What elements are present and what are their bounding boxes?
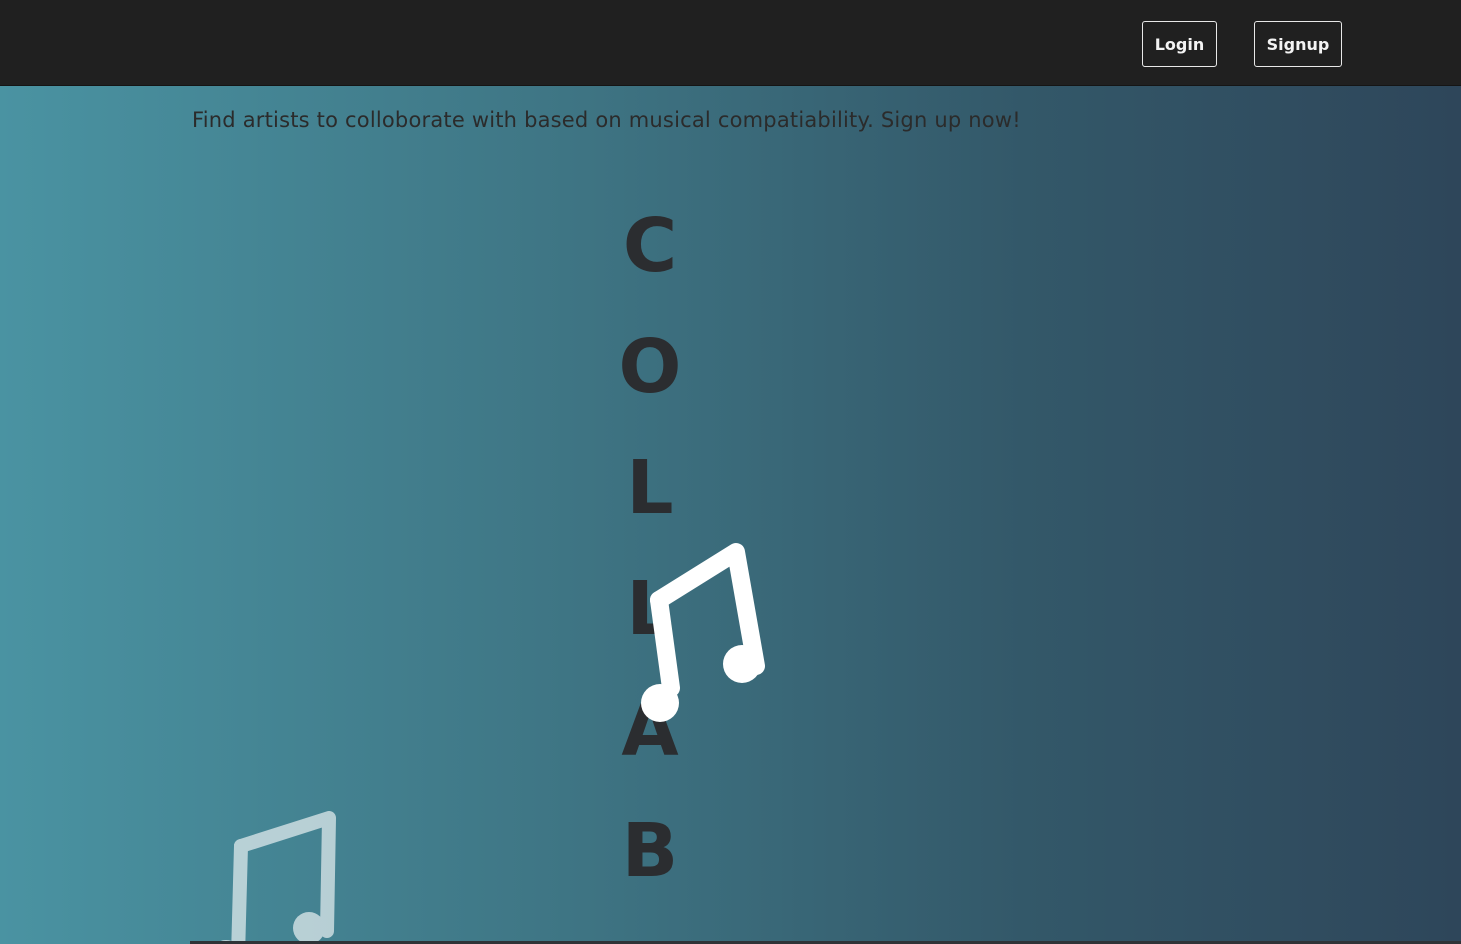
title-letter-l: L [626, 445, 674, 531]
landing-page: Login Signup Find artists to colloborate… [0, 0, 1461, 944]
signup-button[interactable]: Signup [1254, 21, 1342, 67]
music-note-icon-faded [215, 811, 336, 944]
collab-vertical-title: C O L L A B [600, 0, 700, 944]
top-navbar: Login Signup [0, 0, 1461, 86]
title-letter-b: B [621, 808, 679, 894]
music-note-icon [641, 543, 765, 722]
title-letter-o: O [618, 324, 682, 410]
login-button[interactable]: Login [1142, 21, 1217, 67]
title-letter-c: C [622, 203, 678, 289]
